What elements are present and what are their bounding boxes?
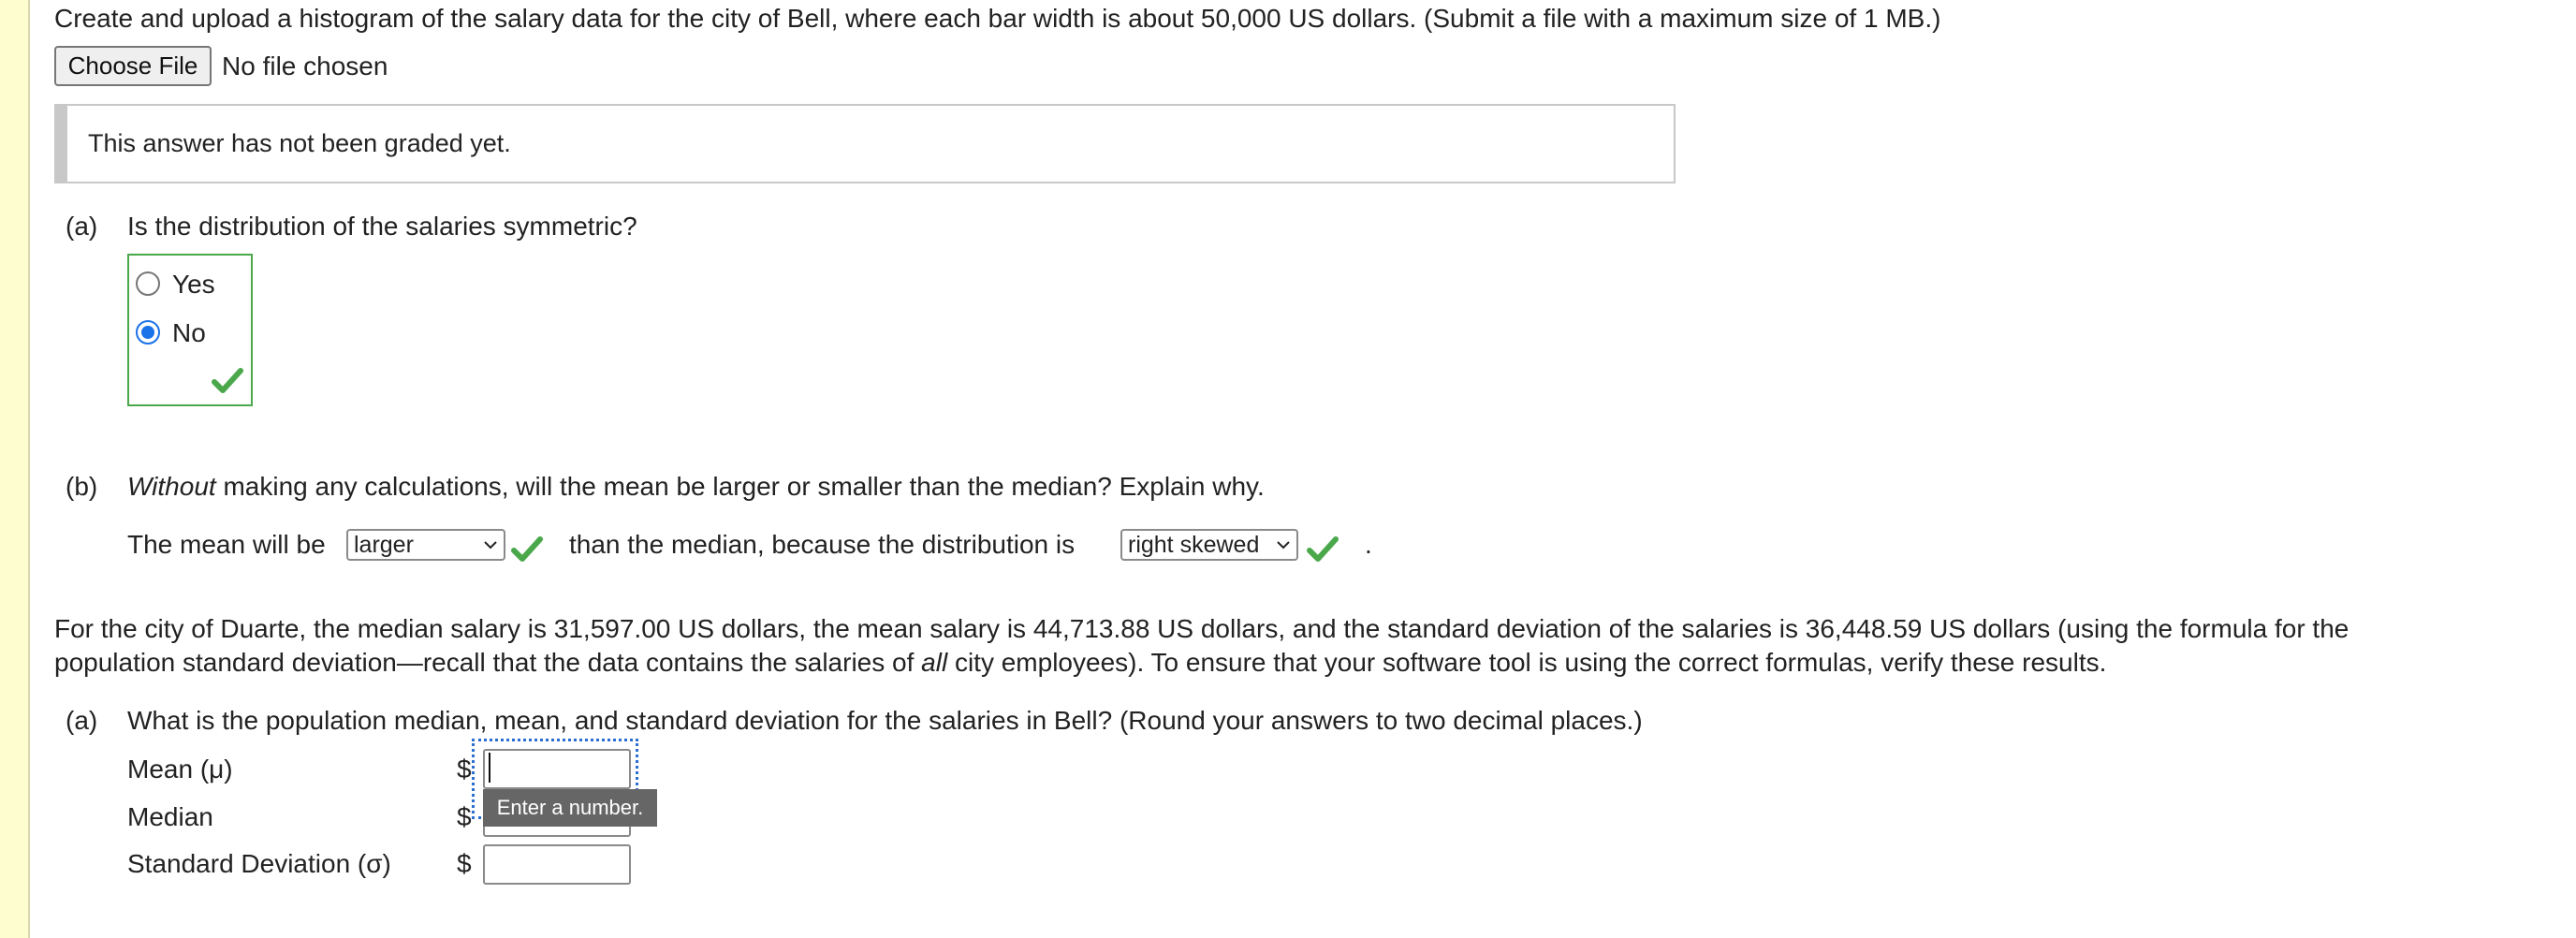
std-dev-dollar-sign: $ bbox=[457, 849, 472, 878]
question-a-marker: (a) bbox=[66, 212, 98, 241]
question-c-text: What is the population median, mean, and… bbox=[127, 706, 1643, 735]
sentence-period: . bbox=[1365, 530, 1372, 559]
std-dev-label: Standard Deviation (σ) bbox=[127, 849, 391, 878]
left-rail bbox=[0, 0, 30, 938]
checkmark-icon bbox=[511, 536, 543, 562]
file-status: No file chosen bbox=[222, 51, 388, 81]
grading-notice: This answer has not been graded yet. bbox=[54, 104, 1676, 183]
checkmark-icon bbox=[1307, 536, 1339, 562]
mean-dollar-sign: $ bbox=[457, 755, 472, 784]
duarte-paragraph-line2: population standard deviation—recall tha… bbox=[54, 646, 2106, 680]
chevron-down-icon bbox=[1277, 541, 1290, 550]
mean-comparison-value: larger bbox=[354, 532, 414, 558]
radio-no[interactable] bbox=[136, 320, 160, 344]
duarte-line2-emphasis: all bbox=[921, 648, 948, 677]
question-b-rest: making any calculations, will the mean b… bbox=[215, 472, 1265, 501]
question-b-text: Without making any calculations, will th… bbox=[127, 470, 1265, 504]
duarte-line2-start: population standard deviation—recall tha… bbox=[54, 648, 922, 677]
mean-sentence-middle: than the median, because the distributio… bbox=[569, 530, 1076, 559]
text-caret bbox=[489, 753, 490, 783]
skew-value: right skewed bbox=[1128, 532, 1260, 558]
duarte-paragraph-line1: For the city of Duarte, the median salar… bbox=[54, 614, 2349, 643]
question-b-emphasis: Without bbox=[127, 472, 216, 501]
duarte-line2-end: city employees). To ensure that your sof… bbox=[947, 648, 2107, 677]
checkmark-icon bbox=[212, 368, 243, 393]
radio-yes-label: Yes bbox=[172, 270, 215, 299]
radio-yes[interactable] bbox=[136, 271, 160, 296]
std-dev-input[interactable] bbox=[483, 844, 631, 885]
median-dollar-sign: $ bbox=[457, 802, 472, 831]
mean-label: Mean (μ) bbox=[127, 755, 233, 784]
mean-sentence-start: The mean will be bbox=[127, 530, 326, 559]
validation-tooltip: Enter a number. bbox=[483, 789, 657, 827]
question-b-marker: (b) bbox=[66, 472, 98, 501]
radio-no-label: No bbox=[172, 318, 206, 347]
mean-comparison-select[interactable]: larger bbox=[346, 529, 505, 561]
question-a-text: Is the distribution of the salaries symm… bbox=[127, 212, 637, 241]
grading-notice-text: This answer has not been graded yet. bbox=[88, 129, 511, 157]
skew-select[interactable]: right skewed bbox=[1120, 529, 1298, 561]
chevron-down-icon bbox=[484, 541, 497, 550]
choose-file-button[interactable]: Choose File bbox=[54, 46, 212, 86]
median-label: Median bbox=[127, 802, 213, 831]
question-c-marker: (a) bbox=[66, 706, 98, 735]
upload-prompt: Create and upload a histogram of the sal… bbox=[54, 4, 1941, 33]
